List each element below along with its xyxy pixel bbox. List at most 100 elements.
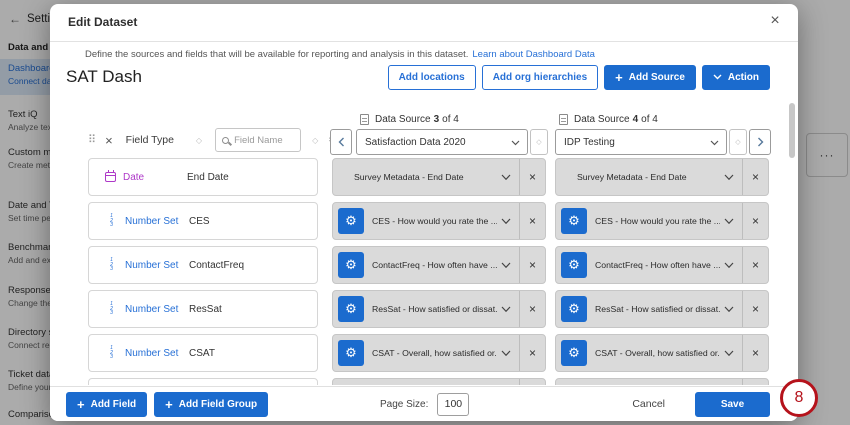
dataset-name: SAT Dash <box>66 67 142 87</box>
close-icon[interactable]: × <box>766 12 784 30</box>
field-name-label: CES <box>189 216 210 227</box>
data-source-3-select[interactable]: Satisfaction Data 2020 <box>356 129 528 155</box>
save-button[interactable]: Save <box>695 392 770 417</box>
number-set-icon <box>105 346 118 359</box>
field-name-search <box>215 128 301 152</box>
source-3-sort-button[interactable] <box>530 129 548 155</box>
field-type-label: Number Set <box>125 348 189 359</box>
number-set-icon <box>105 258 118 271</box>
field-type-sort-icon[interactable]: ◇ <box>196 136 202 145</box>
document-icon <box>360 114 369 125</box>
gear-icon[interactable] <box>561 252 587 278</box>
remove-mapping-icon[interactable]: × <box>743 346 768 360</box>
source-mapping-cell[interactable]: × <box>555 378 769 385</box>
field-card[interactable]: Number Set ContactFreq <box>88 246 318 284</box>
field-row: Date End Date Survey Metadata - End Date… <box>88 158 798 196</box>
chevron-down-icon[interactable] <box>501 350 511 357</box>
search-icon <box>222 137 229 144</box>
field-row: × × <box>88 378 798 385</box>
annotation-step-badge: 8 <box>780 379 818 417</box>
field-card[interactable] <box>88 378 318 385</box>
chevron-down-icon[interactable] <box>724 262 734 269</box>
number-set-icon <box>105 214 118 227</box>
mapping-text: CES - How would you rate the ... <box>595 216 720 226</box>
source-mapping-cell[interactable]: CSAT - Overall, how satisfied or... × <box>332 334 546 372</box>
document-icon <box>559 114 568 125</box>
cancel-button[interactable]: Cancel <box>632 398 665 410</box>
remove-mapping-icon[interactable]: × <box>743 302 768 316</box>
gear-icon[interactable] <box>561 208 587 234</box>
field-card[interactable]: Number Set ResSat <box>88 290 318 328</box>
gear-icon[interactable] <box>338 208 364 234</box>
source-mapping-cell[interactable]: CES - How would you rate the ... × <box>332 202 546 240</box>
source-mapping-cell[interactable]: Survey Metadata - End Date × <box>555 158 769 196</box>
gear-icon[interactable] <box>338 340 364 366</box>
mapping-text: CSAT - Overall, how satisfied or... <box>372 348 497 358</box>
field-name-search-input[interactable] <box>234 135 294 146</box>
remove-mapping-icon[interactable]: × <box>743 214 768 228</box>
mapping-text: ResSat - How satisfied or dissat... <box>595 304 720 314</box>
remove-column-icon[interactable]: × <box>105 134 113 147</box>
mapping-text: Survey Metadata - End Date <box>354 172 497 182</box>
add-field-button[interactable]: +Add Field <box>66 392 147 417</box>
add-locations-button[interactable]: Add locations <box>388 65 476 90</box>
dataset-title-bar: SAT Dash Add locations Add org hierarchi… <box>66 62 770 92</box>
remove-mapping-icon[interactable]: × <box>520 258 545 272</box>
chevron-down-icon[interactable] <box>501 218 511 225</box>
page-size-input[interactable] <box>437 393 469 416</box>
chevron-down-icon[interactable] <box>724 218 734 225</box>
source-mapping-cell[interactable]: CES - How would you rate the ... × <box>555 202 769 240</box>
action-button[interactable]: Action <box>702 65 770 90</box>
source-4-sort-button[interactable] <box>729 129 747 155</box>
chevron-down-icon <box>710 140 719 146</box>
remove-mapping-icon[interactable]: × <box>520 302 545 316</box>
field-type-label: Number Set <box>125 216 189 227</box>
add-source-button[interactable]: +Add Source <box>604 65 696 90</box>
field-card[interactable]: Number Set CSAT <box>88 334 318 372</box>
plus-icon: + <box>165 398 173 411</box>
source-mapping-cell[interactable]: ResSat - How satisfied or dissat... × <box>555 290 769 328</box>
gear-icon[interactable] <box>338 296 364 322</box>
remove-mapping-icon[interactable]: × <box>520 170 545 184</box>
field-type-label: Date <box>123 172 187 183</box>
chevron-down-icon[interactable] <box>724 350 734 357</box>
mapping-text: ContactFreq - How often have ... <box>595 260 720 270</box>
gear-icon[interactable] <box>338 252 364 278</box>
chevron-down-icon[interactable] <box>501 306 511 313</box>
source-mapping-cell[interactable]: Survey Metadata - End Date × <box>332 158 546 196</box>
remove-mapping-icon[interactable]: × <box>743 258 768 272</box>
field-name-sort-icon[interactable]: ◇ <box>312 136 318 145</box>
calendar-icon <box>105 172 116 182</box>
modal-title: Edit Dataset <box>68 15 137 29</box>
gear-icon[interactable] <box>561 340 587 366</box>
field-card[interactable]: Number Set CES <box>88 202 318 240</box>
mapping-text: Survey Metadata - End Date <box>577 172 720 182</box>
remove-mapping-icon[interactable]: × <box>743 170 768 184</box>
modal-footer: +Add Field +Add Field Group Page Size: C… <box>50 386 798 421</box>
source-mapping-cell[interactable]: × <box>332 378 546 385</box>
vertical-scrollbar[interactable] <box>789 103 795 158</box>
field-type-label: Number Set <box>125 304 189 315</box>
source-mapping-cell[interactable]: ContactFreq - How often have ... × <box>555 246 769 284</box>
data-source-4-select[interactable]: IDP Testing <box>555 129 727 155</box>
source-mapping-cell[interactable]: CSAT - Overall, how satisfied or... × <box>555 334 769 372</box>
drag-handle-icon[interactable]: ⠿ <box>88 135 96 146</box>
next-source-button[interactable] <box>749 129 771 155</box>
chevron-down-icon[interactable] <box>501 174 511 181</box>
source-mapping-cell[interactable]: ResSat - How satisfied or dissat... × <box>332 290 546 328</box>
remove-mapping-icon[interactable]: × <box>520 346 545 360</box>
gear-icon[interactable] <box>561 296 587 322</box>
field-card[interactable]: Date End Date <box>88 158 318 196</box>
chevron-down-icon <box>511 140 520 146</box>
cell-divider <box>519 379 520 385</box>
chevron-down-icon[interactable] <box>501 262 511 269</box>
source-mapping-cell[interactable]: ContactFreq - How often have ... × <box>332 246 546 284</box>
add-field-group-button[interactable]: +Add Field Group <box>154 392 268 417</box>
add-org-hierarchies-button[interactable]: Add org hierarchies <box>482 65 598 90</box>
previous-source-button[interactable] <box>330 129 352 155</box>
chevron-down-icon[interactable] <box>724 306 734 313</box>
field-name-label: CSAT <box>189 348 215 359</box>
remove-mapping-icon[interactable]: × <box>520 214 545 228</box>
learn-about-dashboard-data-link[interactable]: Learn about Dashboard Data <box>472 49 595 60</box>
chevron-down-icon[interactable] <box>724 174 734 181</box>
